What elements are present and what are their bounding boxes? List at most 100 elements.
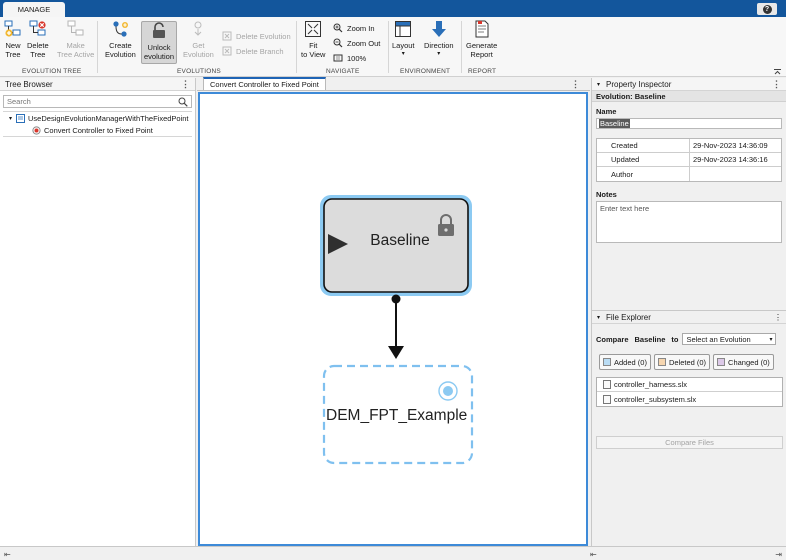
direction-arrow-icon <box>431 21 446 37</box>
baseline-node-label: Baseline <box>370 232 430 249</box>
toolstrip: New Tree Delete Tree Make Tree Active EV… <box>0 17 786 77</box>
layout-button[interactable]: Layout ▾ <box>392 20 415 59</box>
evolution-metadata-table: Created 29-Nov-2023 14:36:09 Updated 29-… <box>596 138 782 182</box>
evolution-tree-canvas[interactable]: Baseline DEM_FPT_Example <box>198 92 588 546</box>
delete-tree-button[interactable]: Delete Tree <box>27 20 49 59</box>
tree-item-root[interactable]: ▾ UseDesignEvolutionManagerWithTheFixedP… <box>3 112 192 124</box>
document-tab-bar: Convert Controller to Fixed Point ⋮ <box>197 77 590 91</box>
panel-menu-icon[interactable]: ⋮ <box>181 79 190 90</box>
meta-key: Created <box>597 139 690 152</box>
compare-to-label: to <box>671 334 679 344</box>
delete-branch-label: Delete Branch <box>236 46 284 56</box>
delete-tree-label-2: Tree <box>30 50 46 59</box>
zoom-level-label: 100% <box>347 53 367 63</box>
file-row[interactable]: controller_subsystem.slx <box>597 392 782 406</box>
property-inspector-panel: ▾ Property Inspector ⋮ Evolution: Baselin… <box>591 78 786 546</box>
added-swatch <box>603 358 611 366</box>
get-evolution-label-1: Get <box>192 41 205 50</box>
document-tab[interactable]: Convert Controller to Fixed Point <box>203 77 326 90</box>
meta-row-updated: Updated 29-Nov-2023 14:36:16 <box>597 153 781 167</box>
generate-report-label-2: Report <box>470 50 493 59</box>
tab-manage[interactable]: MANAGE <box>3 2 65 17</box>
zoom-in-button[interactable]: Zoom In <box>333 23 375 33</box>
evolution-select[interactable]: Select an Evolution ▾ <box>682 333 777 345</box>
zoom-out-label: Zoom Out <box>347 38 381 48</box>
fit-to-view-button[interactable]: Fit to View <box>301 20 325 59</box>
meta-value[interactable] <box>690 167 781 181</box>
meta-value: 29-Nov-2023 14:36:09 <box>693 141 768 150</box>
fit-to-view-icon <box>305 21 322 37</box>
tree-item-root-label: UseDesignEvolutionManagerWithTheFixedPoi… <box>28 113 189 123</box>
zoom-in-label: Zoom In <box>347 23 375 33</box>
layout-icon <box>395 21 412 37</box>
file-explorer-panel: ▾ File Explorer ⋮ Compare Baseline to Sel… <box>592 310 786 546</box>
evolution-select-value: Select an Evolution <box>686 334 751 344</box>
group-separator <box>97 21 98 73</box>
unlock-evolution-label-2: evolution <box>144 52 175 61</box>
report-icon <box>475 20 489 38</box>
delete-branch-button[interactable]: Delete Branch <box>222 46 284 56</box>
create-evolution-label-1: Create <box>109 41 132 50</box>
make-tree-active-button[interactable]: Make Tree Active <box>57 20 94 59</box>
scroll-handle-icon[interactable]: ⇤ <box>590 550 597 559</box>
zoom-100-button[interactable]: 100% <box>333 53 366 63</box>
expand-caret-icon[interactable]: ▾ <box>9 115 12 122</box>
layout-label: Layout <box>392 41 415 50</box>
create-evolution-button[interactable]: Create Evolution <box>105 20 136 59</box>
compare-label: Compare <box>596 334 629 344</box>
group-separator <box>461 21 462 73</box>
name-value: Baseline <box>599 119 630 128</box>
collapse-caret-icon[interactable]: ▾ <box>597 81 600 88</box>
filter-deleted-button[interactable]: Deleted (0) <box>653 354 711 370</box>
filter-changed-button[interactable]: Changed (0) <box>713 354 774 370</box>
scroll-left-icon[interactable]: ⇤ <box>4 550 11 559</box>
filter-added-button[interactable]: Added (0) <box>599 354 651 370</box>
panel-menu-icon[interactable]: ⋮ <box>772 79 781 90</box>
compare-files-button[interactable]: Compare Files <box>596 436 783 449</box>
direction-button[interactable]: Direction ▾ <box>424 20 454 59</box>
compare-row: Compare Baseline to Select an Evolution … <box>596 333 786 345</box>
generate-report-label-1: Generate <box>466 41 498 50</box>
help-button[interactable]: ? <box>757 3 777 15</box>
unlock-evolution-button[interactable]: Unlock evolution <box>141 21 178 64</box>
file-row[interactable]: controller_harness.slx <box>597 378 782 392</box>
collapse-caret-icon[interactable]: ▾ <box>597 314 600 321</box>
tree-graph <box>320 195 474 465</box>
get-evolution-button[interactable]: Get Evolution <box>183 20 214 59</box>
zoom-in-icon <box>333 23 343 33</box>
document-menu-icon[interactable]: ⋮ <box>571 79 580 90</box>
group-label-navigate: NAVIGATE <box>326 68 360 75</box>
evolution-tree-list: ▾ UseDesignEvolutionManagerWithTheFixedP… <box>3 111 192 137</box>
notes-label: Notes <box>596 190 617 199</box>
active-evolution-icon <box>438 381 458 401</box>
filter-deleted-label: Deleted (0) <box>668 357 707 367</box>
group-label-report: REPORT <box>468 68 497 75</box>
panel-menu-icon[interactable]: ⋮ <box>774 313 782 322</box>
new-tree-button[interactable]: New Tree <box>4 20 22 59</box>
unlock-evolution-label-1: Unlock <box>147 43 171 52</box>
name-field[interactable]: Baseline <box>596 118 782 129</box>
delete-branch-icon <box>222 46 232 56</box>
chevron-down-icon: ▾ <box>769 336 773 343</box>
canvas-area: Convert Controller to Fixed Point ⋮ Base… <box>197 77 590 546</box>
group-separator <box>388 21 389 73</box>
delete-evolution-button[interactable]: Delete Evolution <box>222 31 291 41</box>
generate-report-button[interactable]: Generate Report <box>466 20 497 59</box>
meta-value: 29-Nov-2023 14:36:16 <box>693 155 768 164</box>
meta-row-created: Created 29-Nov-2023 14:36:09 <box>597 139 781 153</box>
tree-search-input[interactable]: Search <box>3 95 192 108</box>
get-evolution-icon <box>194 21 202 36</box>
zoom-out-button[interactable]: Zoom Out <box>333 38 380 48</box>
notes-textarea[interactable]: Enter text here <box>596 201 782 243</box>
property-inspector-header: ▾ Property Inspector ⋮ <box>592 78 786 91</box>
evolution-header: Evolution: Baseline <box>592 91 786 102</box>
scroll-right-icon[interactable]: ⇥ <box>775 550 782 559</box>
tree-browser-title: Tree Browser <box>5 79 53 89</box>
collapse-toolstrip-icon[interactable] <box>774 69 781 75</box>
make-tree-active-label-1: Make <box>66 41 85 50</box>
group-label-evolution-tree: EVOLUTION TREE <box>22 68 82 75</box>
tree-item-child[interactable]: Convert Controller to Fixed Point <box>3 124 192 136</box>
meta-row-author: Author <box>597 167 781 181</box>
zoom-actual-size-icon <box>333 54 343 62</box>
new-tree-icon <box>4 20 21 37</box>
